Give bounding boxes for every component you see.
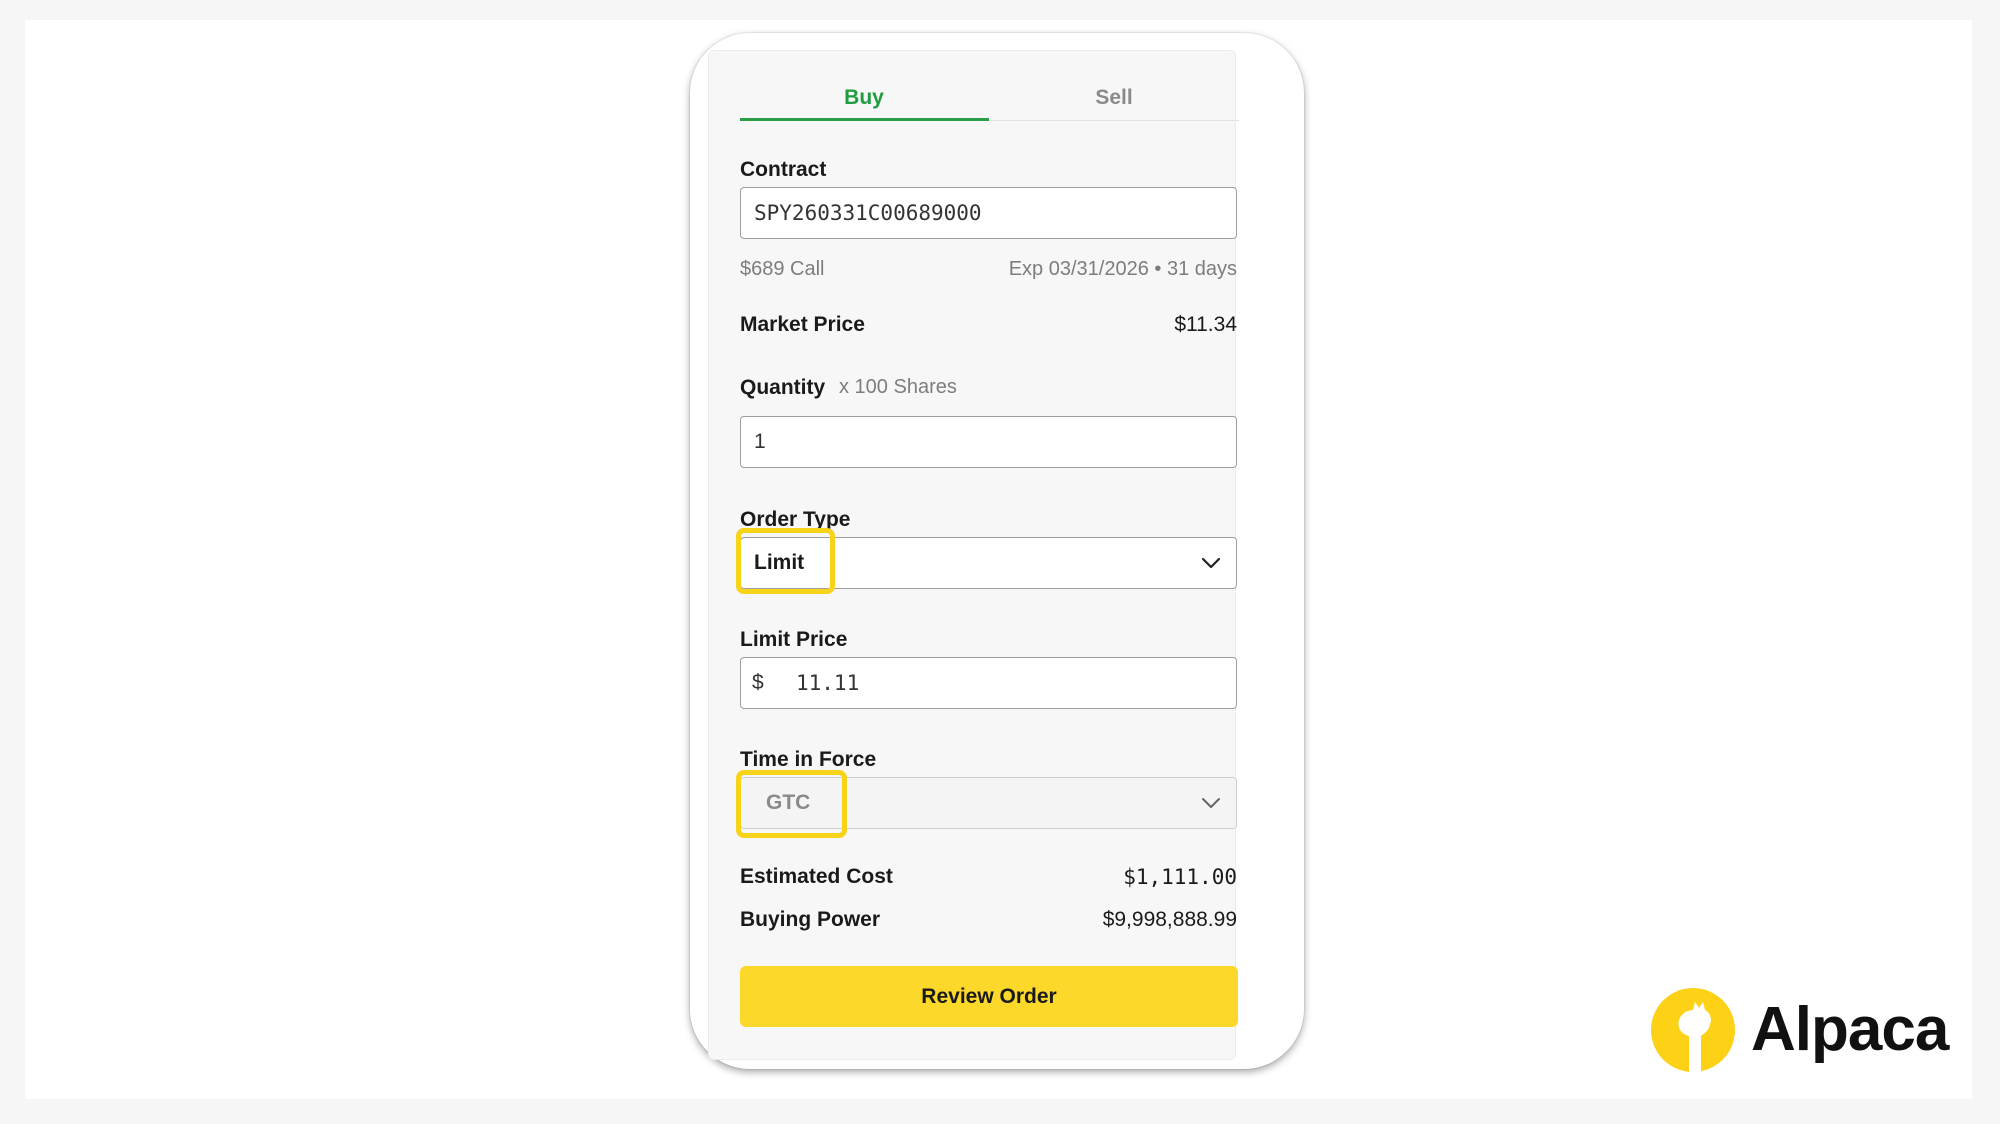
buying-power-value: $9,998,888.99 xyxy=(1102,908,1237,931)
limit-price-value: 11.11 xyxy=(796,671,860,695)
estimated-cost-label: Estimated Cost xyxy=(740,865,893,888)
tab-buy[interactable]: Buy xyxy=(740,86,988,120)
market-price-label: Market Price xyxy=(740,313,865,336)
contract-strike-desc: $689 Call xyxy=(740,258,825,280)
quantity-input-value: 1 xyxy=(754,430,766,453)
quantity-multiplier: x 100 Shares xyxy=(839,376,957,398)
tab-divider xyxy=(989,120,1239,121)
limit-price-input[interactable]: $ 11.11 xyxy=(740,657,1237,709)
alpaca-logo: Alpaca xyxy=(1651,988,1951,1072)
contract-input[interactable]: SPY260331C00689000 xyxy=(740,187,1237,239)
tab-buy-indicator xyxy=(740,118,989,121)
review-order-button[interactable]: Review Order xyxy=(740,966,1238,1027)
contract-input-value: SPY260331C00689000 xyxy=(754,201,982,225)
time-in-force-highlight xyxy=(736,770,847,838)
market-price-value: $11.34 xyxy=(1174,313,1237,336)
chevron-down-icon xyxy=(1201,557,1221,569)
chevron-down-icon xyxy=(1202,798,1220,808)
order-type-highlight xyxy=(736,528,835,594)
time-in-force-label: Time in Force xyxy=(740,748,877,771)
contract-label: Contract xyxy=(740,158,827,181)
alpaca-logo-icon xyxy=(1651,988,1735,1072)
tab-sell[interactable]: Sell xyxy=(990,86,1238,120)
limit-price-label: Limit Price xyxy=(740,628,848,651)
quantity-label: Quantity xyxy=(740,376,826,399)
contract-expiry-desc: Exp 03/31/2026 • 31 days xyxy=(1008,258,1237,280)
buying-power-label: Buying Power xyxy=(740,908,881,931)
limit-price-currency: $ xyxy=(752,671,764,694)
brand-name: Alpaca xyxy=(1751,995,1949,1064)
quantity-input[interactable]: 1 xyxy=(740,416,1237,468)
estimated-cost-value: $1,111.00 xyxy=(1123,865,1237,889)
